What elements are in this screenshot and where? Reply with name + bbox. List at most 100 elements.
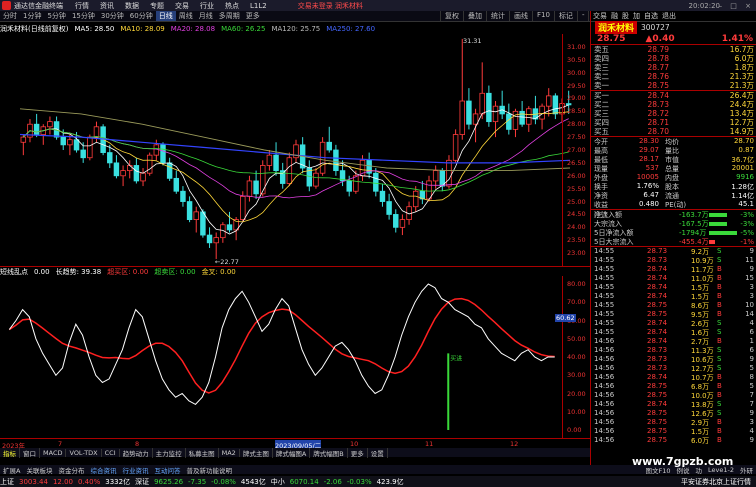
menu-item[interactable]: 专题 bbox=[150, 2, 164, 10]
index-name[interactable]: 深证 bbox=[135, 477, 149, 487]
tick-row[interactable]: 14:56 28.75 6.8万 B 5 bbox=[591, 382, 756, 391]
tick-side: S bbox=[717, 247, 722, 255]
candle-body bbox=[426, 180, 432, 200]
index-change: 12.00 bbox=[52, 477, 73, 486]
menu-item[interactable]: 交易 bbox=[175, 2, 189, 10]
tick-row[interactable]: 14:55 28.74 1.5万 B 3 bbox=[591, 283, 756, 292]
info-tab[interactable]: 行业资讯 bbox=[119, 465, 151, 475]
info-tab[interactable]: 关联板块 bbox=[23, 465, 55, 475]
tick-list[interactable]: 14:55 28.73 9.2万 S 9 14:55 28.73 10.9万 S 11 14:55 2… bbox=[591, 247, 756, 445]
tick-time: 14:56 bbox=[594, 373, 615, 381]
menu-item[interactable]: L1L2 bbox=[250, 2, 267, 10]
tick-row[interactable]: 14:55 28.74 1.5万 B 3 bbox=[591, 292, 756, 301]
indicator-tab[interactable]: 指标 bbox=[0, 447, 20, 458]
toolbar-button[interactable]: 画线 bbox=[509, 11, 532, 21]
period-tab[interactable]: 15分钟 bbox=[69, 11, 98, 21]
tick-count: 5 bbox=[749, 364, 754, 372]
tick-row[interactable]: 14:56 28.75 12.6万 S 9 bbox=[591, 409, 756, 418]
menu-item[interactable]: 热点 bbox=[225, 2, 239, 10]
quote-toolbar-button[interactable]: 加 bbox=[631, 11, 642, 21]
period-tab[interactable]: 月线 bbox=[196, 11, 216, 21]
period-tab[interactable]: 60分钟 bbox=[127, 11, 156, 21]
quote-toolbar-button[interactable]: 自选 bbox=[642, 11, 660, 21]
indicator-tab[interactable]: 牌式幅图B bbox=[310, 447, 348, 458]
tick-row[interactable]: 14:55 28.75 8.6万 B 10 bbox=[591, 301, 756, 310]
price-tick-label: 24.50 bbox=[567, 210, 586, 219]
menu-item[interactable]: 行业 bbox=[200, 2, 214, 10]
period-tab[interactable]: 30分钟 bbox=[98, 11, 127, 21]
bid-book: 买一 28.74 26.4万 买二 28.73 24.4万 买三 28.72 13.4万 买四 28… bbox=[591, 91, 756, 136]
indicator-tab[interactable]: MA2 bbox=[219, 448, 240, 457]
tick-row[interactable]: 14:56 28.74 2.7万 B 1 bbox=[591, 337, 756, 346]
indicator-tab[interactable]: 设置 bbox=[368, 447, 388, 458]
period-tab[interactable]: 1分钟 bbox=[20, 11, 44, 21]
indicator-tab[interactable]: VOL-TDX bbox=[66, 448, 102, 457]
menu-item[interactable]: 行情 bbox=[75, 2, 89, 10]
index-name[interactable]: 中小 bbox=[271, 477, 285, 487]
quote-toolbar-button[interactable]: 融 bbox=[609, 11, 620, 21]
tick-row[interactable]: 14:55 28.73 10.9万 S 11 bbox=[591, 256, 756, 265]
menu-item[interactable]: 资讯 bbox=[100, 2, 114, 10]
indicator-tab[interactable]: CCI bbox=[102, 448, 120, 457]
tick-row[interactable]: 14:55 28.75 9.5万 B 14 bbox=[591, 310, 756, 319]
info-tab[interactable]: 扩展A bbox=[0, 465, 23, 475]
period-tab[interactable]: 周线 bbox=[176, 11, 196, 21]
period-tab[interactable]: 更多 bbox=[243, 11, 263, 21]
period-tab[interactable]: 分时 bbox=[0, 11, 20, 21]
toolbar-button[interactable]: 复权 bbox=[440, 11, 463, 21]
candlestick-chart[interactable]: 31.31 ←22.77 bbox=[0, 34, 590, 266]
flow-bar bbox=[709, 239, 715, 244]
tick-row[interactable]: 14:56 28.73 11.3万 S 6 bbox=[591, 346, 756, 355]
tick-row[interactable]: 14:55 28.74 11.7万 B 9 bbox=[591, 265, 756, 274]
tick-row[interactable]: 14:56 28.74 13.8万 S 7 bbox=[591, 400, 756, 409]
tick-row[interactable]: 14:55 28.74 2.6万 S 4 bbox=[591, 319, 756, 328]
price-change: ▲0.40 bbox=[645, 33, 675, 44]
indicator-tab[interactable]: MACD bbox=[40, 448, 67, 457]
tick-row[interactable]: 14:55 28.74 1.6万 S 6 bbox=[591, 328, 756, 337]
info-tab[interactable]: 普及新功能说明 bbox=[183, 465, 235, 475]
tick-row[interactable]: 14:56 28.73 12.7万 S 5 bbox=[591, 364, 756, 373]
info-tab[interactable]: 外研 bbox=[737, 465, 756, 475]
candle-body bbox=[166, 162, 173, 179]
toolbar-button[interactable]: 统计 bbox=[486, 11, 509, 21]
toolbar-button[interactable]: F10 bbox=[532, 11, 554, 21]
indicator-tab[interactable]: 窗口 bbox=[20, 447, 40, 458]
tick-row[interactable]: 14:56 28.73 10.6万 S 9 bbox=[591, 355, 756, 364]
tick-row[interactable]: 14:56 28.75 6.0万 B 9 bbox=[591, 436, 756, 445]
date-label: 11 bbox=[425, 440, 434, 448]
toolbar-button[interactable]: 叠加 bbox=[463, 11, 486, 21]
tick-row[interactable]: 14:56 28.75 10.0万 B 7 bbox=[591, 391, 756, 400]
info-tab[interactable]: 资金分布 bbox=[55, 465, 87, 475]
tick-time: 14:56 bbox=[594, 436, 615, 444]
period-tab[interactable]: 多周期 bbox=[216, 11, 243, 21]
toolbar-button[interactable]: 标记 bbox=[553, 11, 577, 21]
info-tab[interactable]: 互动问答 bbox=[151, 465, 183, 475]
period-tab[interactable]: 5分钟 bbox=[44, 11, 68, 21]
indicator-tab[interactable]: 私募主图 bbox=[186, 447, 219, 458]
indicator-tab[interactable]: 牌式主图 bbox=[240, 447, 273, 458]
indicator-tab[interactable]: 更多 bbox=[348, 447, 368, 458]
menu-item[interactable]: 数据 bbox=[125, 2, 139, 10]
window-controls[interactable]: – □ × bbox=[719, 2, 754, 10]
indicator-tab[interactable]: 牌式幅图A bbox=[273, 447, 311, 458]
tick-row[interactable]: 14:56 28.74 10.7万 B 8 bbox=[591, 373, 756, 382]
quote-toolbar-button[interactable]: 股 bbox=[620, 11, 631, 21]
toolbar-button[interactable]: - bbox=[576, 11, 589, 21]
quote-toolbar-button[interactable]: 交易 bbox=[591, 11, 609, 21]
info-tab[interactable]: 综合资讯 bbox=[87, 465, 119, 475]
tick-side: S bbox=[717, 256, 722, 264]
indicator-chart[interactable]: 买进 bbox=[0, 276, 562, 438]
index-amount: 423.9亿 bbox=[376, 477, 404, 486]
tick-row[interactable]: 14:56 28.75 2.9万 B 3 bbox=[591, 418, 756, 427]
indicator-tab[interactable]: 主力监控 bbox=[153, 447, 186, 458]
quote-toolbar-button[interactable]: 退出 bbox=[660, 11, 678, 21]
tick-row[interactable]: 14:56 28.75 1.5万 B 4 bbox=[591, 427, 756, 436]
stat-label: 流通 bbox=[665, 192, 679, 200]
indicator-tab[interactable]: 趋势动力 bbox=[120, 447, 153, 458]
period-tab[interactable]: 日线 bbox=[155, 11, 176, 21]
index-name[interactable]: 上证 bbox=[0, 477, 14, 487]
tick-row[interactable]: 14:55 28.73 9.2万 S 9 bbox=[591, 247, 756, 256]
promo-text[interactable]: 交易未登录 润禾材料 bbox=[298, 1, 363, 11]
candle-body bbox=[333, 149, 339, 172]
tick-row[interactable]: 14:55 28.74 11.0万 B 15 bbox=[591, 274, 756, 283]
